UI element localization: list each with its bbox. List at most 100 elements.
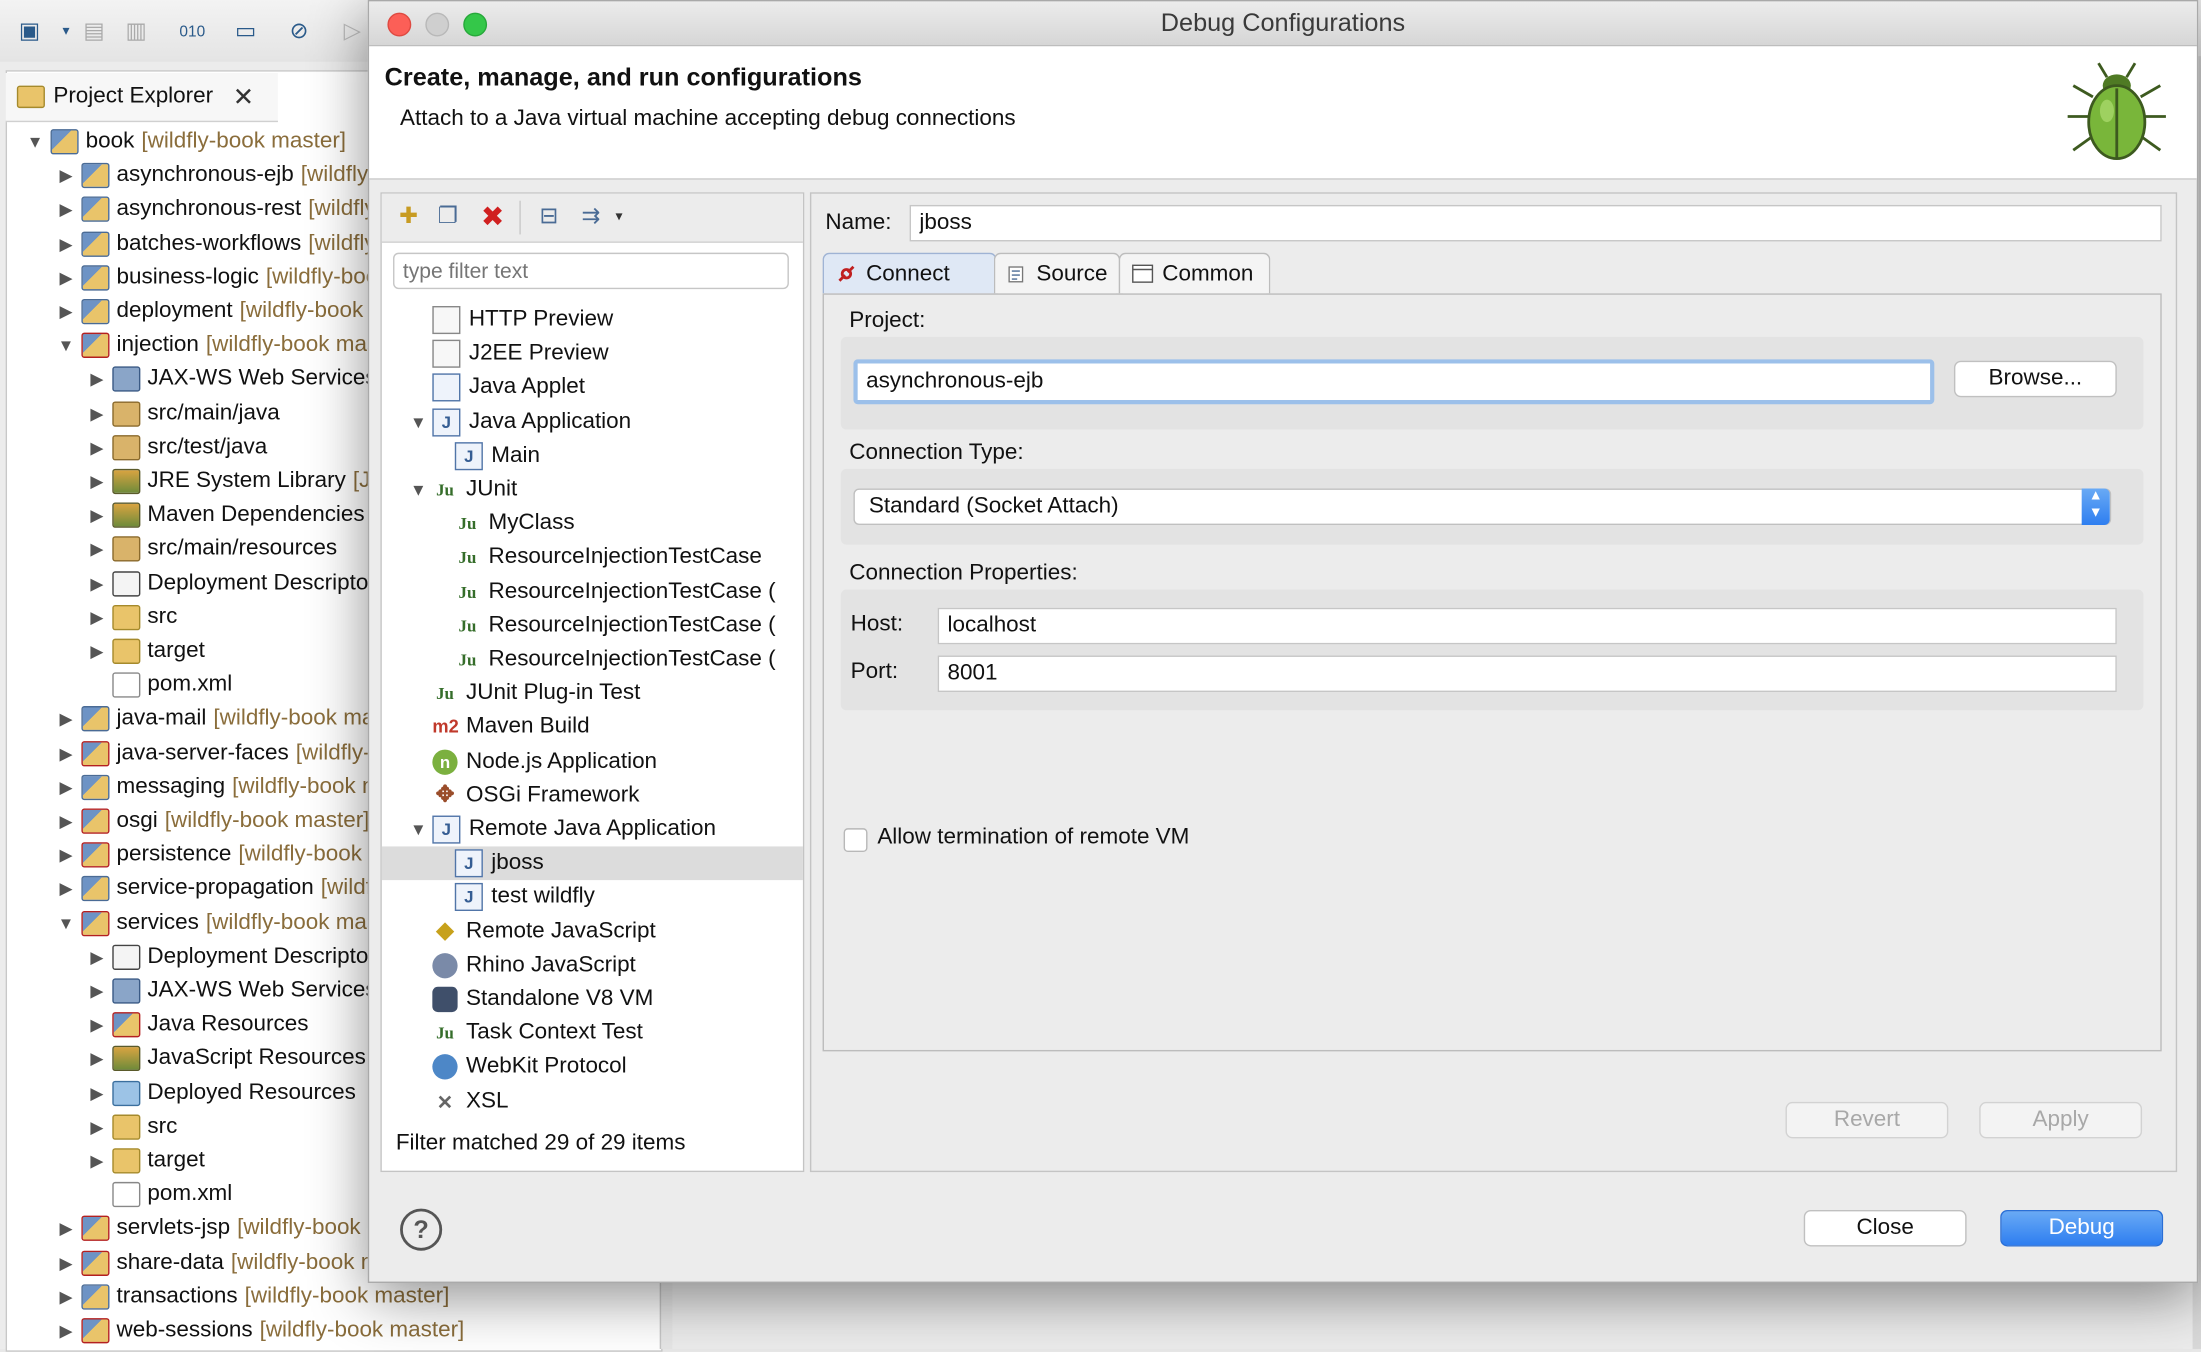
project-explorer-row[interactable]: ▶ Deployment Descriptor xyxy=(87,940,376,974)
help-icon[interactable]: ? xyxy=(400,1208,443,1251)
project-explorer-tab[interactable]: Project Explorer ✕ xyxy=(5,72,278,123)
collapsed-arrow-icon[interactable]: ▶ xyxy=(56,1280,76,1314)
connection-type-select[interactable]: Standard (Socket Attach) ▲ ▼ xyxy=(853,488,2112,525)
project-explorer-row[interactable]: ▶ src/main/resources xyxy=(87,533,337,567)
debug-button[interactable]: Debug xyxy=(2000,1209,2164,1247)
collapsed-arrow-icon[interactable]: ▶ xyxy=(87,431,107,465)
save-all-icon[interactable]: ▥ xyxy=(121,17,152,48)
collapsed-arrow-icon[interactable]: ▶ xyxy=(87,1110,107,1144)
project-explorer-row[interactable]: ▶ Deployment Descriptor xyxy=(87,567,376,601)
configuration-tree-item[interactable]: Java Applet xyxy=(382,371,803,405)
delete-icon[interactable]: ✖ xyxy=(477,202,508,233)
project-explorer-row[interactable]: ▶ JavaScript Resources xyxy=(87,1042,366,1076)
new-configuration-icon[interactable]: ✚ xyxy=(393,202,424,233)
browse-button[interactable]: Browse... xyxy=(1953,360,2117,398)
host-field[interactable] xyxy=(937,607,2117,645)
project-explorer-row[interactable]: ▼ book [wildfly-book master] xyxy=(25,125,346,159)
project-field[interactable] xyxy=(853,359,1935,405)
project-explorer-row[interactable]: ▶ src/main/java xyxy=(87,397,280,431)
allow-termination-checkbox[interactable] xyxy=(843,828,868,853)
filter-input[interactable] xyxy=(393,252,789,290)
run-last-icon[interactable]: ▷ xyxy=(337,17,368,48)
collapsed-arrow-icon[interactable]: ▶ xyxy=(87,363,107,397)
configuration-tree-item[interactable]: ▼ Ju JUnit xyxy=(382,473,803,507)
project-explorer-row[interactable]: ▶ src xyxy=(87,1110,177,1144)
collapsed-arrow-icon[interactable]: ▶ xyxy=(87,567,107,601)
collapsed-arrow-icon[interactable]: ▶ xyxy=(56,261,76,295)
close-button[interactable]: Close xyxy=(1803,1209,1967,1247)
tab-source[interactable]: Source xyxy=(993,252,1121,294)
project-explorer-row[interactable]: pom.xml xyxy=(87,1178,232,1212)
close-icon[interactable]: ✕ xyxy=(233,82,254,111)
expanded-arrow-icon[interactable]: ▼ xyxy=(404,813,432,847)
expanded-arrow-icon[interactable]: ▼ xyxy=(404,473,432,507)
configuration-tree-item[interactable]: J Main xyxy=(382,439,803,473)
configuration-tree-item[interactable]: Ju ResourceInjectionTestCase xyxy=(382,541,803,575)
configuration-tree-item[interactable]: Jjboss xyxy=(381,846,803,881)
project-explorer-row[interactable]: ▼ injection [wildfly-book master] xyxy=(56,329,411,363)
collapsed-arrow-icon[interactable]: ▶ xyxy=(87,1144,107,1178)
configuration-tree-item[interactable]: Jtest wildfly xyxy=(382,881,803,915)
configuration-tree-item[interactable]: Ju ResourceInjectionTestCase ( xyxy=(382,575,803,609)
collapsed-arrow-icon[interactable]: ▶ xyxy=(87,974,107,1008)
collapsed-arrow-icon[interactable]: ▶ xyxy=(56,159,76,193)
collapsed-arrow-icon[interactable]: ▶ xyxy=(56,736,76,770)
port-field[interactable] xyxy=(937,655,2117,693)
project-explorer-row[interactable]: ▶ Java Resources xyxy=(87,1008,308,1042)
collapsed-arrow-icon[interactable]: ▶ xyxy=(56,702,76,736)
collapsed-arrow-icon[interactable]: ▶ xyxy=(87,465,107,499)
configuration-tree-item[interactable]: ◆ Remote JavaScript xyxy=(382,915,803,949)
configuration-tree-item[interactable]: Ju JUnit Plug-in Test xyxy=(382,677,803,711)
tab-common[interactable]: Common xyxy=(1118,252,1271,294)
collapsed-arrow-icon[interactable]: ▶ xyxy=(87,1076,107,1110)
collapsed-arrow-icon[interactable]: ▶ xyxy=(56,1212,76,1246)
configuration-tree-item[interactable]: Standalone V8 VM xyxy=(382,983,803,1017)
project-explorer-row[interactable]: ▶ java-mail [wildfly-book master] xyxy=(56,702,418,736)
project-explorer-row[interactable]: ▶ src xyxy=(87,600,177,634)
configuration-tree-item[interactable]: ▼ J Java Application xyxy=(382,405,803,439)
project-explorer-row[interactable]: ▶ target xyxy=(87,634,205,668)
expanded-arrow-icon[interactable]: ▼ xyxy=(56,906,76,940)
apply-button[interactable]: Apply xyxy=(1979,1101,2143,1139)
collapsed-arrow-icon[interactable]: ▶ xyxy=(87,397,107,431)
project-explorer-row[interactable]: ▶ web-sessions [wildfly-book master] xyxy=(56,1314,464,1348)
project-explorer-row[interactable]: ▶ target xyxy=(87,1144,205,1178)
collapsed-arrow-icon[interactable]: ▶ xyxy=(87,1008,107,1042)
collapsed-arrow-icon[interactable]: ▶ xyxy=(87,634,107,668)
collapsed-arrow-icon[interactable]: ▶ xyxy=(56,193,76,227)
project-explorer-row[interactable]: ▶ JAX-WS Web Services xyxy=(87,974,377,1008)
configuration-tree-item[interactable]: Ju MyClass xyxy=(382,507,803,541)
skip-breakpoints-icon[interactable]: ⊘ xyxy=(284,17,315,48)
filter-icon[interactable]: ⇉ xyxy=(576,202,607,233)
tab-connect[interactable]: Connect xyxy=(822,252,997,294)
revert-button[interactable]: Revert xyxy=(1785,1101,1949,1139)
duplicate-icon[interactable]: ❐ xyxy=(432,202,463,233)
configuration-tree-item[interactable]: n Node.js Application xyxy=(382,745,803,779)
collapsed-arrow-icon[interactable]: ▶ xyxy=(87,940,107,974)
configuration-tree-item[interactable]: ✕ XSL xyxy=(382,1084,803,1118)
collapsed-arrow-icon[interactable]: ▶ xyxy=(87,600,107,634)
configuration-tree-item[interactable]: Ju Task Context Test xyxy=(382,1017,803,1051)
project-explorer-row[interactable]: ▶ JAX-WS Web Services xyxy=(87,363,377,397)
dropdown-arrow-icon[interactable]: ▾ xyxy=(51,17,82,48)
collapsed-arrow-icon[interactable]: ▶ xyxy=(87,533,107,567)
collapsed-arrow-icon[interactable]: ▶ xyxy=(56,1246,76,1280)
new-wizard-icon[interactable]: ▣ xyxy=(14,17,45,48)
collapsed-arrow-icon[interactable]: ▶ xyxy=(56,227,76,261)
save-icon[interactable]: ▤ xyxy=(79,17,110,48)
configuration-tree-item[interactable]: HTTP Preview xyxy=(382,303,803,337)
project-explorer-row[interactable]: ▶ transactions [wildfly-book master] xyxy=(56,1280,449,1314)
project-explorer-row[interactable]: ▼ services [wildfly-book master] xyxy=(56,906,411,940)
configuration-tree-item[interactable]: ▼ J Remote Java Application xyxy=(382,813,803,847)
configuration-tree-item[interactable]: ✥ OSGi Framework xyxy=(382,779,803,813)
collapsed-arrow-icon[interactable]: ▶ xyxy=(56,295,76,329)
expanded-arrow-icon[interactable]: ▼ xyxy=(25,125,45,159)
project-explorer-row[interactable]: ▶ src/test/java xyxy=(87,431,267,465)
name-field[interactable] xyxy=(909,204,2162,242)
configuration-tree-item[interactable]: J2EE Preview xyxy=(382,337,803,371)
project-explorer-row[interactable]: ▶ osgi [wildfly-book master] xyxy=(56,804,369,838)
configuration-tree-item[interactable]: Rhino JavaScript xyxy=(382,949,803,983)
monitor-icon[interactable]: ▭ xyxy=(230,17,261,48)
project-explorer-row[interactable]: ▶ Maven Dependencies xyxy=(87,499,365,533)
collapsed-arrow-icon[interactable]: ▶ xyxy=(56,804,76,838)
